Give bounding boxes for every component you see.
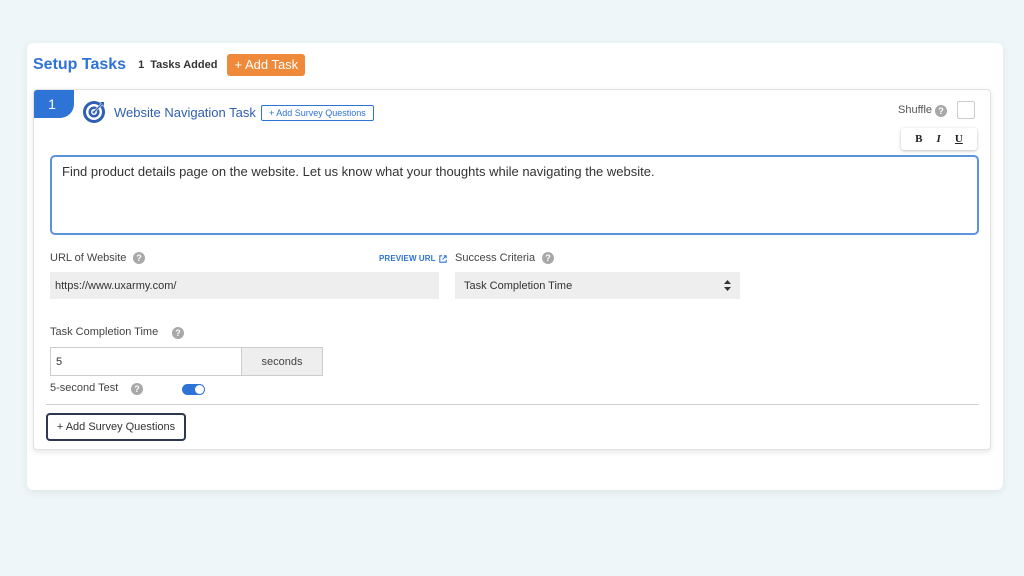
- success-criteria-select[interactable]: Task Completion Time: [455, 272, 740, 299]
- add-survey-questions-link[interactable]: + Add Survey Questions: [261, 105, 374, 121]
- help-icon[interactable]: ?: [133, 252, 145, 264]
- external-link-icon: [439, 255, 447, 263]
- help-icon[interactable]: ?: [131, 383, 143, 395]
- underline-button[interactable]: U: [955, 133, 963, 145]
- task-title: Website Navigation Task: [114, 105, 256, 120]
- url-label: URL of Website: [50, 252, 127, 264]
- five-second-test-label: 5-second Test: [50, 382, 119, 394]
- help-icon[interactable]: ?: [172, 327, 184, 339]
- shuffle-checkbox[interactable]: [957, 101, 975, 119]
- task-completion-time-label: Task Completion Time: [50, 326, 159, 338]
- setup-header: Setup Tasks 1 Tasks Added + Add Task: [33, 53, 306, 77]
- url-input[interactable]: https://www.uxarmy.com/: [50, 272, 439, 299]
- divider: [46, 404, 979, 405]
- preview-url-link[interactable]: PREVIEW URL: [379, 254, 447, 263]
- bold-button[interactable]: B: [915, 133, 922, 145]
- italic-button[interactable]: I: [937, 133, 941, 145]
- add-survey-questions-button[interactable]: + Add Survey Questions: [46, 413, 186, 441]
- shuffle-label: Shuffle: [898, 104, 933, 116]
- target-icon: [82, 100, 106, 124]
- task-card: 1 Website Navigation Task + Add Survey Q…: [33, 89, 991, 450]
- help-icon[interactable]: ?: [542, 252, 554, 264]
- success-criteria-value: Task Completion Time: [464, 279, 573, 292]
- success-criteria-label: Success Criteria: [455, 252, 536, 264]
- page-title: Setup Tasks: [33, 56, 127, 73]
- setup-tasks-panel: Setup Tasks 1 Tasks Added + Add Task 1 W…: [27, 43, 1003, 490]
- task-count: 1: [138, 59, 145, 71]
- help-icon[interactable]: ?: [935, 105, 947, 117]
- add-task-button[interactable]: + Add Task: [227, 54, 306, 76]
- toggle-knob: [195, 385, 204, 394]
- task-number-badge: 1: [34, 90, 74, 118]
- completion-time-input[interactable]: 5: [50, 347, 242, 376]
- task-count-label: Tasks Added: [150, 59, 218, 71]
- five-second-test-toggle[interactable]: [182, 384, 205, 395]
- task-description-editor[interactable]: Find product details page on the website…: [50, 155, 979, 235]
- completion-time-unit: seconds: [241, 347, 323, 376]
- text-format-toolbar: B I U: [901, 128, 977, 150]
- select-arrows-icon: [724, 280, 731, 291]
- preview-url-label: PREVIEW URL: [379, 254, 436, 263]
